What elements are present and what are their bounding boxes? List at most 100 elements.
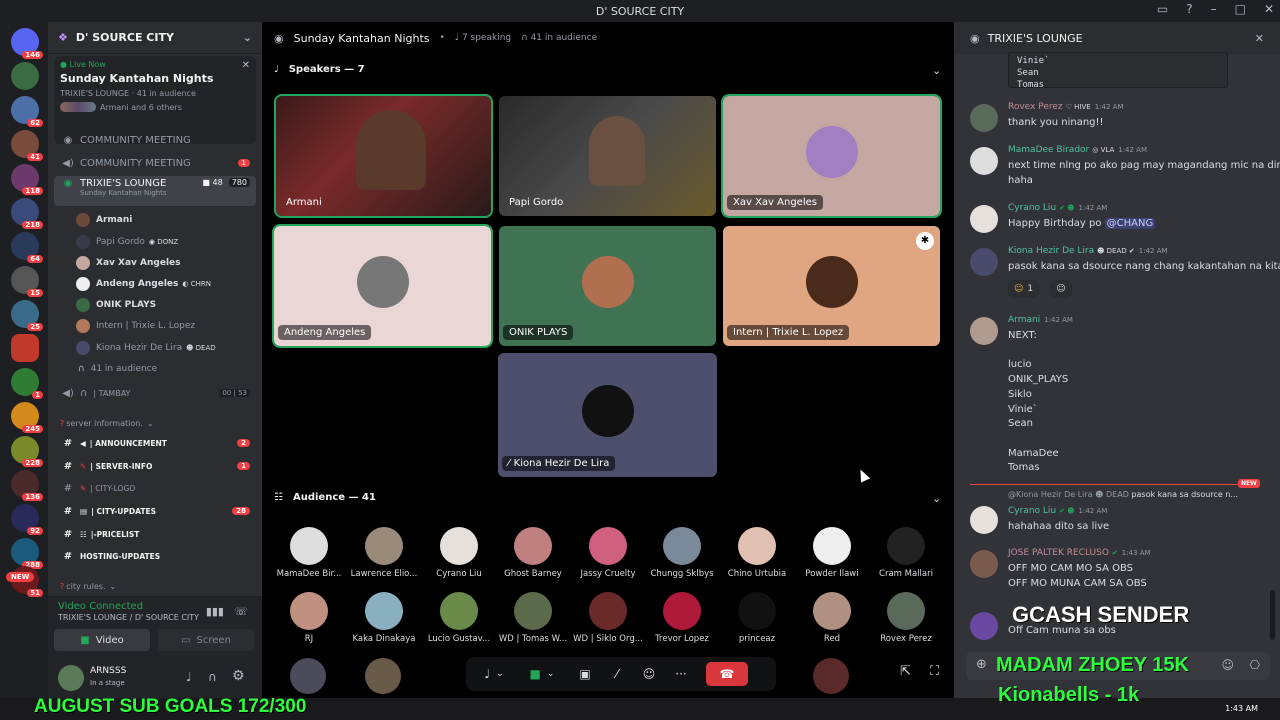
disconnect-icon[interactable]: ☏: [234, 605, 248, 618]
avatar[interactable]: [970, 147, 998, 175]
emoji-icon[interactable]: ☺: [1221, 658, 1234, 672]
close-icon[interactable]: ✕: [242, 60, 250, 71]
microphone-icon[interactable]: ♩: [186, 670, 192, 684]
message-author[interactable]: JOSE PALTEK RECLUSO: [1008, 548, 1109, 558]
video-button[interactable]: ■ Video: [54, 629, 150, 651]
audience-member[interactable]: Kaka Dinakaya: [347, 592, 421, 644]
server-icon[interactable]: 41: [11, 130, 43, 161]
channel-trixies-lounge[interactable]: ◉ TRIXIE'S LOUNGE Sunday Kantahan Nights…: [54, 176, 256, 206]
audience-member[interactable]: MamaDee Bir...: [272, 527, 346, 579]
server-icon[interactable]: 136: [11, 470, 43, 501]
channel-community-meeting[interactable]: ◉ COMMUNITY MEETING: [54, 130, 256, 150]
audience-member[interactable]: Ghost Barney: [496, 527, 570, 579]
audience-member[interactable]: Jassy Cruelty: [571, 527, 645, 579]
move-to-audience-button[interactable]: ⁄: [604, 662, 630, 686]
server-icon[interactable]: 228: [11, 436, 43, 467]
more-button[interactable]: ···: [668, 662, 694, 686]
audience-member[interactable]: Trevor Lopez: [645, 592, 719, 644]
avatar[interactable]: [970, 205, 998, 233]
channel-community-meeting-2[interactable]: ◀) COMMUNITY MEETING 1: [54, 153, 256, 173]
game-icon[interactable]: ⎔: [1250, 658, 1260, 672]
audience-member[interactable]: Cram Mallari: [869, 527, 943, 579]
speaker-tile[interactable]: Armani: [274, 94, 493, 218]
signal-icon[interactable]: ▮▮▮: [206, 605, 224, 618]
screen-button[interactable]: ▭ Screen: [158, 629, 254, 651]
stage-audience-row[interactable]: ∩ 41 in audience: [76, 359, 157, 379]
speaker-tile[interactable]: Xav Xav Angeles: [721, 94, 942, 218]
server-icon[interactable]: 92: [11, 504, 43, 535]
channel-pricelist[interactable]: # ☷ |-PRICELIST: [54, 524, 256, 544]
audience-member[interactable]: WD | Tomas W...: [496, 592, 570, 644]
server-icon[interactable]: 15: [11, 266, 43, 297]
share-screen-button[interactable]: ▣: [572, 662, 598, 686]
message-author[interactable]: Armani: [1008, 315, 1040, 325]
speaker-tile[interactable]: Intern | Trixie L. Lopez ✱: [723, 226, 940, 346]
audience-member[interactable]: WD | Siklo Org...: [571, 592, 645, 644]
channel-announcement[interactable]: # ◀ | ANNOUNCEMENT 2: [54, 433, 256, 453]
speaker-tile[interactable]: ONIK PLAYS: [499, 226, 716, 346]
message-author[interactable]: Rovex Perez: [1008, 102, 1063, 112]
gear-icon[interactable]: ⚙: [232, 668, 245, 684]
audience-member[interactable]: Powder Ilawi: [795, 527, 869, 579]
audience-member[interactable]: Lawrence Elio...: [347, 527, 421, 579]
maximize-icon[interactable]: □: [1235, 2, 1246, 16]
channel-server-info[interactable]: # ✎ | SERVER-INFO 1: [54, 456, 256, 476]
avatar[interactable]: [970, 104, 998, 132]
server-icon[interactable]: 288: [11, 538, 43, 569]
server-icon[interactable]: 62: [11, 96, 43, 127]
microphone-button[interactable]: ♩ ⌄: [472, 662, 516, 686]
avatar[interactable]: [970, 506, 998, 534]
channel-tambay[interactable]: ◀) ∩ | TAMBAY 00 | 53: [54, 383, 256, 403]
inbox-icon[interactable]: ▭: [1157, 2, 1168, 16]
server-icon[interactable]: 25: [11, 300, 43, 331]
popout-icon[interactable]: ⇱: [900, 664, 911, 679]
speakers-section-header[interactable]: ♩ Speakers — 7: [274, 64, 365, 75]
stage-user[interactable]: Kiona Hezir De Lira☻ DEAD⁄: [76, 338, 266, 358]
chevron-down-icon[interactable]: ⌄: [932, 64, 941, 77]
chevron-down-icon[interactable]: ⌄: [932, 492, 941, 505]
message-author[interactable]: MamaDee Birador: [1008, 145, 1089, 155]
category-city-rules[interactable]: ? city rules. ⌄: [54, 576, 256, 596]
home-icon[interactable]: 146: [11, 28, 43, 59]
stage-user[interactable]: Xav Xav Angeles: [76, 253, 181, 273]
scrollbar[interactable]: [1270, 590, 1275, 640]
channel-city-updates[interactable]: # ▤ | CITY-UPDATES 28: [54, 501, 256, 521]
mention[interactable]: @CHANG: [1104, 218, 1156, 229]
server-icon[interactable]: 218: [11, 198, 43, 229]
leave-stage-button[interactable]: ☎: [706, 662, 748, 686]
speaker-tile[interactable]: Papi Gordo: [499, 96, 716, 216]
audience-member[interactable]: Red: [795, 592, 869, 644]
channel-city-logo[interactable]: # ✎ | CITY-LOGO: [54, 478, 256, 498]
invite-button[interactable]: ☺: [636, 662, 662, 686]
stage-user[interactable]: Papi Gordo◉ DONZ■: [76, 232, 273, 252]
add-icon[interactable]: ⊕: [976, 657, 987, 672]
headphones-icon[interactable]: ∩: [208, 670, 217, 684]
fullscreen-icon[interactable]: ⛶: [930, 664, 939, 679]
stage-user[interactable]: Intern | Trixie L. Lopez: [76, 316, 195, 336]
message-author[interactable]: Cyrano Liu: [1008, 506, 1056, 516]
speaker-tile[interactable]: Andeng Angeles: [272, 224, 493, 348]
server-icon[interactable]: 1: [11, 368, 43, 399]
guild-header[interactable]: ❖ D' SOURCE CITY ⌄: [48, 22, 262, 54]
server-icon[interactable]: [11, 334, 39, 362]
camera-button[interactable]: ■ ⌄: [520, 662, 564, 686]
audience-member[interactable]: Rovex Perez: [869, 592, 943, 644]
audience-member[interactable]: Lucio Gustav...: [422, 592, 496, 644]
minimize-icon[interactable]: –: [1211, 2, 1217, 16]
speaker-tile[interactable]: ⁄ Kiona Hezir De Lira: [498, 353, 717, 477]
avatar[interactable]: [970, 550, 998, 578]
audience-member[interactable]: RJ: [272, 592, 346, 644]
category-server-information[interactable]: ? server information. ⌄: [54, 413, 256, 433]
avatar[interactable]: [970, 248, 998, 276]
message-author[interactable]: Kiona Hezir De Lira: [1008, 246, 1094, 256]
avatar[interactable]: [970, 612, 998, 640]
server-icon[interactable]: 64: [11, 232, 43, 263]
close-icon[interactable]: ✕: [1264, 2, 1274, 16]
audience-member[interactable]: Chino Urtubia: [720, 527, 794, 579]
avatar[interactable]: [58, 665, 84, 691]
audience-member[interactable]: princeaz: [720, 592, 794, 644]
stage-user[interactable]: ONIK PLAYS: [76, 295, 156, 315]
audience-member[interactable]: Cyrano Liu: [422, 527, 496, 579]
server-icon[interactable]: 245: [11, 402, 43, 433]
add-reaction-icon[interactable]: ☺: [1050, 280, 1072, 298]
